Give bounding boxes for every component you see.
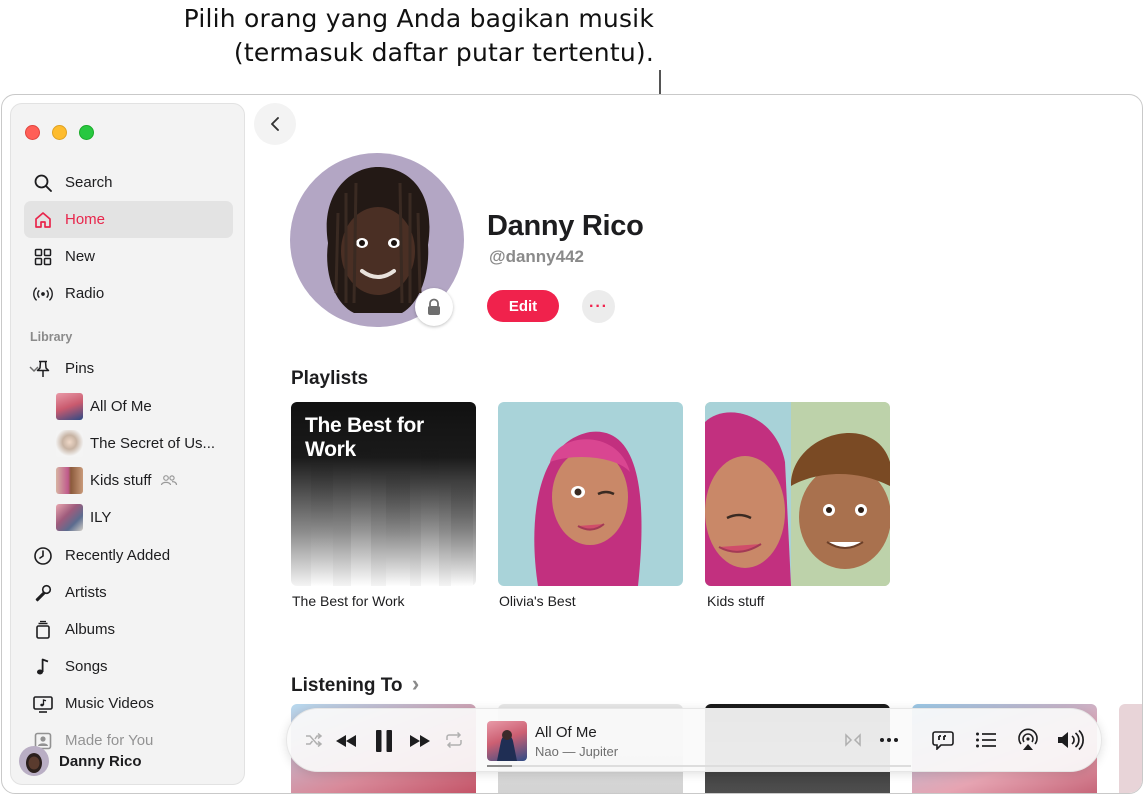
more-options-button[interactable]: ··· [582, 290, 615, 323]
music-note-icon [32, 656, 54, 678]
music-window: Search Home New Radio Library Pins All O… [1, 94, 1143, 794]
live-lyrics-icon[interactable] [843, 730, 863, 750]
sidebar-item-radio[interactable]: Radio [24, 275, 233, 312]
playlist-card-olivias-best[interactable] [498, 402, 683, 586]
pin-item-label: The Secret of Us... [90, 434, 216, 452]
home-icon [32, 209, 54, 231]
next-track-icon[interactable] [407, 728, 433, 754]
callout-line-2: (termasuk daftar putar tertentu). [233, 38, 654, 67]
album-icon [32, 619, 54, 641]
shared-people-icon [160, 474, 178, 486]
microphone-icon [32, 582, 54, 604]
sidebar-item-label: Songs [65, 658, 108, 675]
sidebar-item-artists[interactable]: Artists [24, 574, 233, 611]
sidebar-item-label: Artists [65, 584, 107, 601]
pin-item-ily[interactable]: ILY [56, 502, 236, 532]
album-art-thumbnail [56, 392, 83, 420]
pin-item-label: Kids stuff [90, 471, 152, 489]
playback-progress-bar[interactable] [487, 765, 911, 767]
pin-item-label: All Of Me [90, 397, 152, 415]
library-section-label: Library [30, 330, 73, 344]
volume-icon[interactable] [1055, 727, 1087, 753]
profile-name: Danny Rico [487, 210, 644, 242]
sidebar-item-label: Home [65, 211, 106, 228]
sidebar-item-label: Radio [65, 285, 105, 302]
album-art-thumbnail [56, 429, 83, 457]
playlist-card-kids-stuff[interactable] [705, 402, 890, 586]
sidebar-item-pins[interactable]: Pins [24, 350, 233, 387]
pin-item-secret-of-us[interactable]: The Secret of Us... [56, 428, 236, 458]
callout-text: Pilih orang yang Anda bagikan musik (ter… [184, 2, 654, 70]
lock-icon [415, 288, 453, 326]
queue-icon[interactable] [973, 728, 999, 752]
chevron-left-icon [268, 116, 282, 132]
zoom-window-button[interactable] [79, 125, 94, 140]
playlist-caption: Kids stuff [707, 593, 765, 609]
playback-progress-fill [487, 765, 513, 767]
album-art-thumbnail [56, 466, 83, 494]
sidebar-item-new[interactable]: New [24, 238, 233, 275]
listening-to-section-title[interactable]: Listening To › [291, 671, 419, 697]
sidebar-item-songs[interactable]: Songs [24, 648, 233, 685]
sidebar-item-label: Albums [65, 621, 116, 638]
listening-to-label: Listening To [291, 675, 403, 696]
playlist-card-best-for-work[interactable]: The Best for Work [291, 402, 476, 586]
lyrics-icon[interactable] [930, 728, 956, 752]
album-art-thumbnail [56, 503, 83, 531]
minimize-window-button[interactable] [52, 125, 67, 140]
shuffle-icon[interactable] [303, 729, 325, 751]
listening-card[interactable] [1119, 704, 1142, 793]
airplay-audio-icon[interactable] [1015, 727, 1041, 753]
previous-track-icon[interactable] [333, 728, 359, 754]
playlist-cover-title: The Best for Work [305, 414, 424, 461]
playlists-section-title: Playlists [291, 368, 369, 389]
profile-handle: @danny442 [489, 247, 585, 266]
sidebar-item-label: Recently Added [65, 547, 171, 564]
radio-icon [32, 283, 54, 305]
grid-icon [32, 246, 54, 268]
sidebar-item-label: New [65, 248, 96, 265]
chevron-right-icon: › [411, 671, 420, 696]
sidebar-item-search[interactable]: Search [24, 164, 233, 201]
sidebar-item-label: Music Videos [65, 695, 154, 712]
back-button[interactable] [254, 103, 296, 145]
pin-item-kids-stuff[interactable]: Kids stuff [56, 465, 236, 495]
sidebar-item-music-videos[interactable]: Music Videos [24, 685, 233, 722]
sidebar-item-label: Search [65, 174, 113, 191]
pin-item-all-of-me[interactable]: All Of Me [56, 391, 236, 421]
account-name: Danny Rico [59, 752, 142, 770]
playlist-caption: The Best for Work [292, 593, 405, 609]
now-playing-artwork[interactable] [487, 721, 527, 761]
search-icon [32, 172, 54, 194]
avatar [19, 746, 49, 776]
callout-line-1: Pilih orang yang Anda bagikan musik [183, 4, 654, 33]
sidebar: Search Home New Radio Library Pins All O… [10, 103, 245, 785]
music-video-icon [32, 693, 54, 715]
clock-icon [32, 545, 54, 567]
more-icon[interactable] [877, 729, 901, 751]
playlist-caption: Olivia's Best [499, 593, 576, 609]
sidebar-item-home[interactable]: Home [24, 201, 233, 238]
pin-item-label: ILY [90, 508, 112, 526]
sidebar-item-recently-added[interactable]: Recently Added [24, 537, 233, 574]
account-button[interactable]: Danny Rico [19, 746, 142, 776]
edit-profile-button[interactable]: Edit [487, 290, 559, 322]
repeat-icon[interactable] [443, 729, 465, 751]
playback-bar: All Of Me Nao — Jupiter [286, 708, 1102, 772]
chevron-down-icon[interactable] [28, 362, 40, 379]
close-window-button[interactable] [25, 125, 40, 140]
now-playing-title: All Of Me [535, 724, 597, 741]
now-playing-artist-album: Nao — Jupiter [535, 744, 619, 759]
sidebar-item-label: Pins [65, 360, 95, 377]
pause-icon[interactable] [369, 726, 399, 756]
sidebar-item-albums[interactable]: Albums [24, 611, 233, 648]
